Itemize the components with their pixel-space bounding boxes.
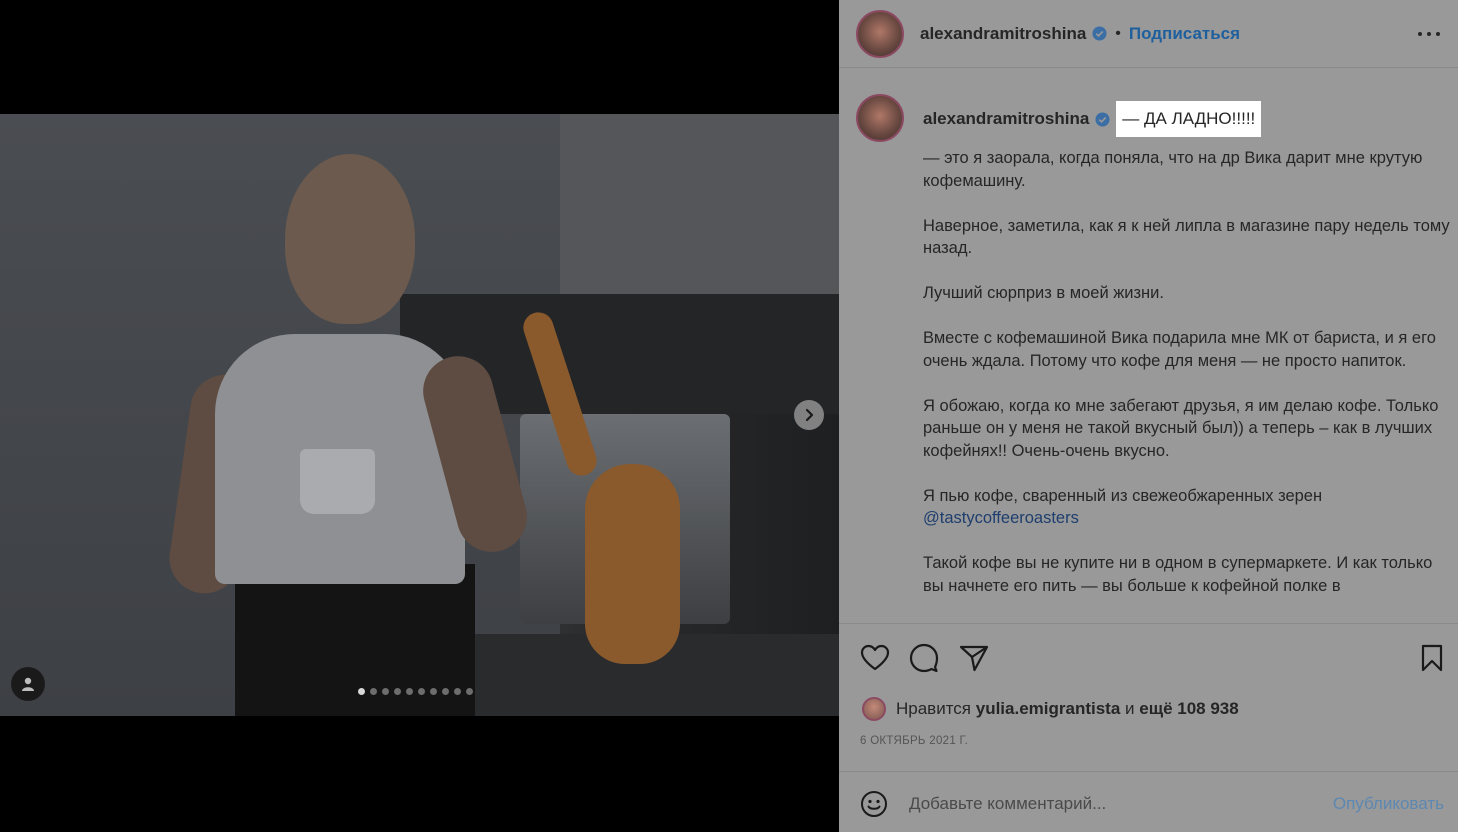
verified-badge-icon: [1092, 26, 1107, 41]
comment-icon: [909, 643, 939, 673]
carousel-dot: [442, 688, 449, 695]
chevron-right-icon: [805, 408, 814, 422]
avatar[interactable]: [862, 697, 886, 721]
caption-paragraph: Такой кофе вы не купите ни в одном в суп…: [923, 554, 1433, 595]
carousel-dot: [430, 688, 437, 695]
save-button[interactable]: [1416, 642, 1448, 674]
carousel-dot: [454, 688, 461, 695]
comment-button[interactable]: [908, 642, 940, 674]
separator: •: [1115, 24, 1121, 42]
more-options-icon[interactable]: [1418, 24, 1440, 44]
carousel-indicators: [358, 688, 473, 695]
comment-bar: Опубликовать: [839, 771, 1458, 832]
caption-paragraph: Наверное, заметила, как я к ней липла в …: [923, 216, 1450, 258]
caption-text: — это я заорала, когда поняла, что на др…: [923, 147, 1451, 620]
carousel-dot: [406, 688, 413, 695]
liker-username[interactable]: yulia.emigrantista: [976, 699, 1121, 719]
likes-connector: и: [1125, 699, 1135, 718]
paper-plane-icon: [959, 645, 989, 672]
post-date[interactable]: 6 ОКТЯБРЬ 2021 Г.: [860, 735, 968, 747]
tagged-users-button[interactable]: [11, 667, 45, 701]
carousel-dot: [370, 688, 377, 695]
next-slide-button[interactable]: [794, 400, 824, 430]
carousel-dot: [358, 688, 365, 695]
carousel-dot: [382, 688, 389, 695]
follow-button[interactable]: Подписаться: [1129, 24, 1240, 44]
post-photo[interactable]: [0, 114, 839, 716]
caption-paragraph: — это я заорала, когда поняла, что на др…: [923, 149, 1423, 190]
caption-paragraph: Я обожаю, когда ко мне забегают друзья, …: [923, 396, 1439, 460]
caption-paragraph: Лучший сюрприз в моей жизни.: [923, 284, 1164, 302]
emoji-button[interactable]: [860, 790, 888, 818]
caption-paragraph: Вместе с кофемашиной Вика подарила мне М…: [923, 329, 1436, 370]
carousel-dot: [394, 688, 401, 695]
likes-count[interactable]: ещё 108 938: [1139, 699, 1238, 719]
likes-prefix: Нравится: [896, 699, 972, 718]
verified-badge-icon: [1095, 111, 1110, 127]
caption-paragraph: Я пью кофе, сваренный из свежеобжаренных…: [923, 485, 1451, 530]
carousel-dot: [418, 688, 425, 695]
caption-text-span: Я пью кофе, сваренный из свежеобжаренных…: [923, 486, 1323, 505]
publish-button[interactable]: Опубликовать: [1333, 794, 1444, 814]
caption-area: alexandramitroshina — ДА ЛАДНО!!!!! — эт…: [839, 69, 1458, 623]
caption-highlight: — ДА ЛАДНО!!!!!: [1116, 101, 1262, 137]
bookmark-icon: [1421, 644, 1443, 672]
post-header: alexandramitroshina • Подписаться: [839, 0, 1458, 68]
post-username[interactable]: alexandramitroshina: [920, 24, 1086, 44]
caption-username[interactable]: alexandramitroshina: [923, 109, 1089, 129]
smiley-icon: [861, 791, 887, 817]
like-button[interactable]: [859, 642, 891, 674]
person: [285, 154, 415, 324]
mention-link[interactable]: @tastycoffeeroasters: [923, 509, 1079, 527]
cat: [585, 464, 680, 664]
user-icon: [22, 677, 34, 691]
coffee-cup: [300, 449, 375, 514]
likes-summary: Нравится yulia.emigrantista и ещё 108 93…: [862, 697, 1239, 721]
share-button[interactable]: [958, 642, 990, 674]
carousel-dot: [466, 688, 473, 695]
action-bar: [839, 623, 1458, 689]
heart-icon: [860, 644, 890, 671]
avatar[interactable]: [856, 9, 904, 58]
post-panel: alexandramitroshina • Подписаться alexan…: [839, 0, 1458, 832]
comment-input[interactable]: [909, 792, 1289, 816]
media-viewer: [0, 0, 839, 832]
avatar[interactable]: [856, 94, 904, 142]
caption-header: alexandramitroshina — ДА ЛАДНО!!!!!: [923, 101, 1262, 137]
